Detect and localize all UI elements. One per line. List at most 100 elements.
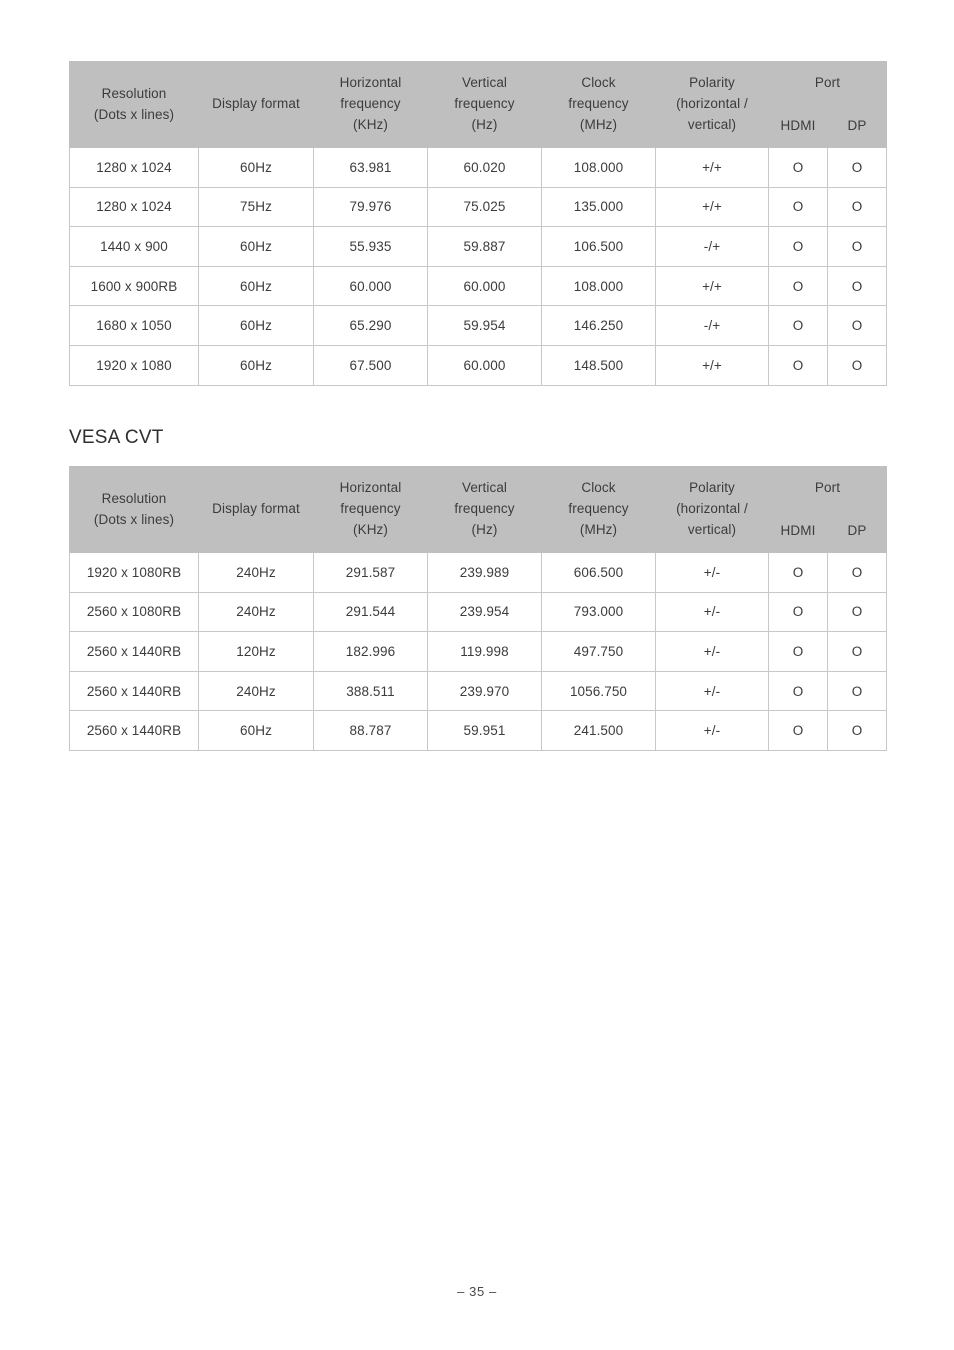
cell-resolution: 1280 x 1024 [69,147,199,188]
column-header-resolution: Resolution (Dots x lines) [69,466,199,553]
cell-port-dp: O [826,670,888,712]
header-line: frequency [340,96,401,112]
cell-port-hdmi: O [768,265,828,307]
cell-clock-frequency: 241.500 [541,710,656,751]
cell-port-dp: O [826,226,888,267]
cell-port-dp: O [826,186,888,228]
header-line: (Dots x lines) [93,511,175,527]
cell-vertical-frequency: 60.000 [427,265,542,307]
table-row: 1600 x 900RB 60Hz 60.000 60.000 108.000 … [69,265,888,307]
header-line: vertical) [687,116,737,132]
header-line: (Hz) [471,521,498,537]
cell-horizontal-frequency: 55.935 [313,226,428,267]
cell-vertical-frequency: 119.998 [427,631,542,672]
cell-clock-frequency: 106.500 [541,226,656,267]
cell-horizontal-frequency: 65.290 [313,305,428,346]
cell-resolution: 2560 x 1440RB [69,670,199,712]
column-header-clock-frequency: Clock frequency (MHz) [541,61,656,148]
cell-display-format: 240Hz [198,670,314,712]
table-header: Resolution (Dots x lines) Display format… [69,466,888,553]
header-line: (Dots x lines) [93,106,175,122]
cell-polarity: +/- [655,670,769,712]
cell-port-hdmi: O [768,226,828,267]
header-line: Horizontal [339,480,402,496]
cell-port-hdmi: O [768,670,828,712]
table-body: 1280 x 1024 60Hz 63.981 60.020 108.000 +… [69,147,888,386]
cell-clock-frequency: 108.000 [541,265,656,307]
table-header-row-1: Resolution (Dots x lines) Display format… [69,61,888,148]
column-header-display-format: Display format [198,61,314,148]
header-line: frequency [568,501,629,517]
cell-display-format: 60Hz [198,344,314,386]
header-line: (KHz) [353,116,388,132]
header-line: Horizontal [339,75,402,91]
cell-clock-frequency: 793.000 [541,591,656,633]
cell-port-dp: O [826,631,888,672]
column-header-port-dp: DP [826,509,888,553]
header-line: DP [847,522,867,538]
cell-polarity: +/+ [655,147,769,188]
cell-polarity: +/- [655,710,769,751]
header-line: Polarity [689,480,735,496]
header-line: Resolution [101,490,167,506]
cell-polarity: +/+ [655,186,769,228]
table-body: 1920 x 1080RB 240Hz 291.587 239.989 606.… [69,552,888,751]
document-page: Resolution (Dots x lines) Display format… [0,0,954,1350]
cell-resolution: 2560 x 1440RB [69,631,199,672]
cell-clock-frequency: 606.500 [541,552,656,593]
header-line: vertical) [687,521,737,537]
cell-horizontal-frequency: 63.981 [313,147,428,188]
cell-vertical-frequency: 239.989 [427,552,542,593]
cell-polarity: +/+ [655,344,769,386]
cell-polarity: -/+ [655,226,769,267]
header-line: (horizontal / [676,96,748,112]
table-row: 1440 x 900 60Hz 55.935 59.887 106.500 -/… [69,226,888,267]
column-header-clock-frequency: Clock frequency (MHz) [541,466,656,553]
column-header-display-format: Display format [198,466,314,553]
header-line: (MHz) [579,521,618,537]
column-header-port-group: Port [767,466,888,510]
cell-display-format: 120Hz [198,631,314,672]
column-header-port-dp: DP [826,104,888,148]
header-line: Display format [212,501,300,517]
cell-display-format: 240Hz [198,591,314,633]
cell-port-dp: O [826,710,888,751]
column-header-vertical-frequency: Vertical frequency (Hz) [427,466,542,553]
cell-display-format: 60Hz [198,710,314,751]
cell-display-format: 240Hz [198,552,314,593]
column-header-polarity: Polarity (horizontal / vertical) [655,466,769,553]
header-line: Port [814,74,841,90]
header-line: Port [814,479,841,495]
header-line: (MHz) [579,116,618,132]
header-line: frequency [454,501,515,517]
header-line: Clock [581,480,616,496]
table-row: 1280 x 1024 75Hz 79.976 75.025 135.000 +… [69,186,888,228]
column-header-vertical-frequency: Vertical frequency (Hz) [427,61,542,148]
cell-horizontal-frequency: 88.787 [313,710,428,751]
cell-port-dp: O [826,305,888,346]
cell-port-dp: O [826,552,888,593]
cell-clock-frequency: 1056.750 [541,670,656,712]
cell-horizontal-frequency: 67.500 [313,344,428,386]
header-line: DP [847,117,867,133]
cell-vertical-frequency: 59.954 [427,305,542,346]
cell-resolution: 1280 x 1024 [69,186,199,228]
header-line: HDMI [780,117,816,133]
cell-resolution: 1440 x 900 [69,226,199,267]
cell-port-dp: O [826,344,888,386]
cell-resolution: 2560 x 1440RB [69,710,199,751]
cell-horizontal-frequency: 291.587 [313,552,428,593]
table-row: 2560 x 1440RB 60Hz 88.787 59.951 241.500… [69,710,888,751]
header-line: HDMI [780,522,816,538]
table-row: 1920 x 1080 60Hz 67.500 60.000 148.500 +… [69,344,888,386]
header-line: (horizontal / [676,501,748,517]
header-line: frequency [340,501,401,517]
cell-clock-frequency: 135.000 [541,186,656,228]
column-header-resolution: Resolution (Dots x lines) [69,61,199,148]
column-header-port-hdmi: HDMI [768,104,828,148]
cell-port-dp: O [826,147,888,188]
section-heading-vesa-cvt: VESA CVT [69,427,164,448]
cell-port-dp: O [826,591,888,633]
cell-display-format: 60Hz [198,226,314,267]
column-header-polarity: Polarity (horizontal / vertical) [655,61,769,148]
